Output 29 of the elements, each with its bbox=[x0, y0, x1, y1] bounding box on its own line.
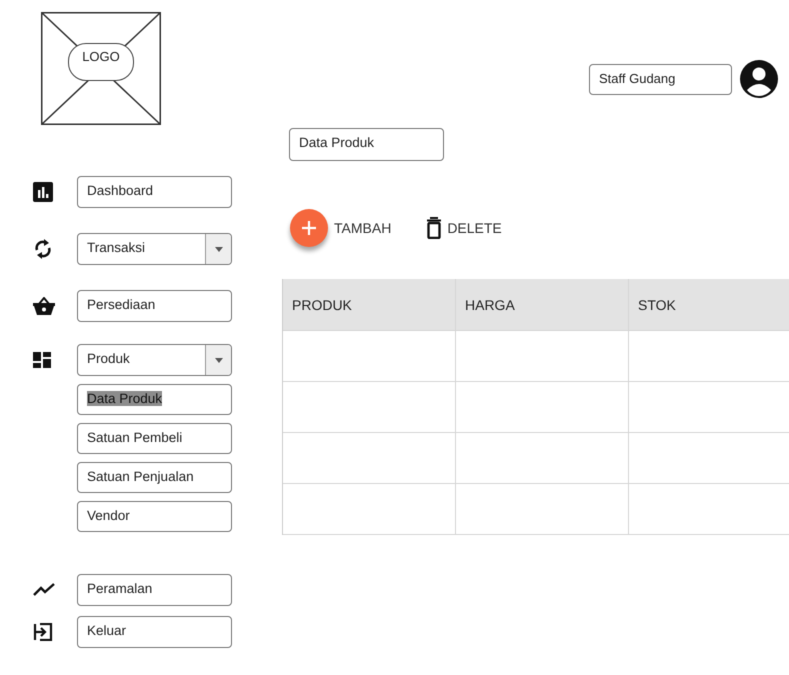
page-title: Data Produk bbox=[289, 128, 444, 161]
bar-chart-icon bbox=[33, 182, 53, 202]
menu-item[interactable]: Dashboard bbox=[77, 176, 232, 208]
dashboard-icon bbox=[33, 352, 51, 368]
delete-button[interactable]: DELETE bbox=[427, 217, 502, 239]
column-header: HARGA bbox=[456, 279, 629, 331]
menu-dropdown[interactable]: Produk bbox=[77, 344, 232, 376]
column-header: STOK bbox=[629, 279, 789, 331]
trash-icon bbox=[427, 217, 442, 239]
logout-icon bbox=[33, 623, 53, 641]
submenu-item[interactable]: Data Produk bbox=[77, 384, 232, 415]
submenu-item[interactable]: Satuan Pembeli bbox=[77, 423, 232, 454]
menu-item[interactable]: Peramalan bbox=[77, 574, 232, 606]
menu-dropdown[interactable]: Transaksi bbox=[77, 233, 232, 265]
basket-icon bbox=[33, 297, 55, 315]
caret-icon bbox=[214, 358, 222, 362]
refresh-icon bbox=[33, 238, 53, 260]
plus-icon bbox=[301, 220, 317, 236]
submenu-item[interactable]: Satuan Penjualan bbox=[77, 462, 232, 493]
menu-item[interactable]: Keluar bbox=[77, 616, 232, 648]
caret-icon bbox=[214, 246, 222, 252]
trend-line-icon bbox=[33, 583, 55, 597]
menu-item[interactable]: Persediaan bbox=[77, 290, 232, 322]
logo-text: LOGO bbox=[68, 42, 134, 80]
submenu-item[interactable]: Vendor bbox=[77, 501, 232, 532]
column-header: PRODUK bbox=[283, 279, 456, 331]
user-avatar-icon[interactable] bbox=[740, 60, 778, 98]
add-button[interactable]: TAMBAH bbox=[290, 209, 392, 247]
user-role-field: Staff Gudang bbox=[589, 64, 732, 94]
